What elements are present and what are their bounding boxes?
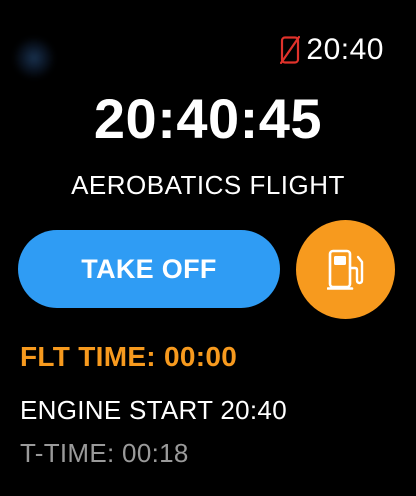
t-time: T-TIME: 00:18 (20, 438, 189, 468)
engine-start-time: ENGINE START 20:40 (20, 395, 287, 425)
flight-time: FLT TIME: 00:00 (20, 341, 238, 372)
fuel-button[interactable] (296, 220, 395, 319)
current-time: 20:40:45 (93, 87, 323, 150)
status-indicator (14, 38, 54, 78)
takeoff-button-label: TAKE OFF (81, 253, 217, 284)
fuel-pump-icon (326, 249, 363, 290)
phone-disconnected-icon (280, 36, 301, 64)
takeoff-button[interactable]: TAKE OFF (18, 230, 280, 308)
status-time: 20:40 (306, 33, 384, 66)
status-bar: 20:40 (280, 34, 384, 66)
flight-type-title: AEROBATICS FLIGHT (71, 170, 345, 200)
